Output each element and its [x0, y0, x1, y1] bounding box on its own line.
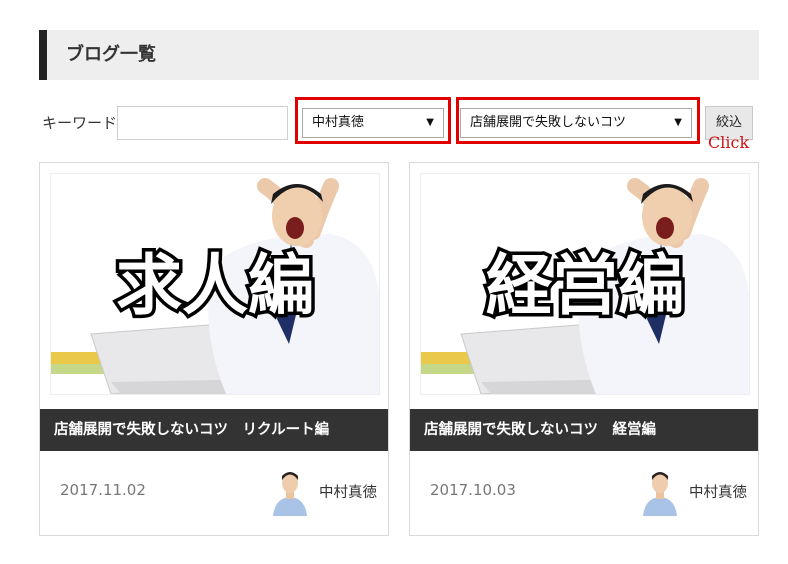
post-date: 2017.10.03 — [430, 481, 516, 499]
click-annotation: Click — [708, 133, 750, 152]
author-select-value: 中村真徳 — [312, 115, 365, 130]
dropdown-arrow-icon: ▼ — [674, 117, 682, 128]
post-author: 中村真徳 — [319, 485, 377, 501]
post-date: 2017.11.02 — [60, 481, 146, 499]
post-card[interactable]: 求人編 店舗展開で失敗しないコツ リクルート編 2017.11.02 中村真徳 — [39, 162, 389, 536]
post-title-bar[interactable]: 店舗展開で失敗しないコツ リクルート編 — [40, 409, 388, 451]
post-thumbnail[interactable]: 経営編 — [420, 173, 750, 395]
thumbnail-overlay-text: 経営編 — [486, 246, 684, 324]
keyword-label: キーワード — [42, 114, 118, 132]
thumbnail-overlay-text: 求人編 — [116, 246, 314, 324]
author-avatar — [641, 468, 679, 516]
author-avatar — [271, 468, 309, 516]
post-author: 中村真徳 — [689, 485, 747, 501]
header-accent-bar — [39, 30, 47, 80]
dropdown-arrow-icon: ▼ — [426, 117, 434, 128]
post-title[interactable]: 店舗展開で失敗しないコツ リクルート編 — [54, 409, 329, 451]
page-title: ブログ一覧 — [66, 44, 156, 65]
category-select-value: 店舗展開で失敗しないコツ — [470, 115, 627, 130]
keyword-input[interactable] — [117, 106, 288, 140]
post-title[interactable]: 店舗展開で失敗しないコツ 経営編 — [424, 409, 656, 451]
post-thumbnail[interactable]: 求人編 — [50, 173, 380, 395]
post-card[interactable]: 経営編 店舗展開で失敗しないコツ 経営編 2017.10.03 中村真徳 — [409, 162, 759, 536]
page-header: ブログ一覧 — [39, 30, 759, 80]
author-select[interactable]: 中村真徳 ▼ — [302, 108, 444, 138]
post-title-bar[interactable]: 店舗展開で失敗しないコツ 経営編 — [410, 409, 758, 451]
category-select[interactable]: 店舗展開で失敗しないコツ ▼ — [460, 108, 692, 138]
